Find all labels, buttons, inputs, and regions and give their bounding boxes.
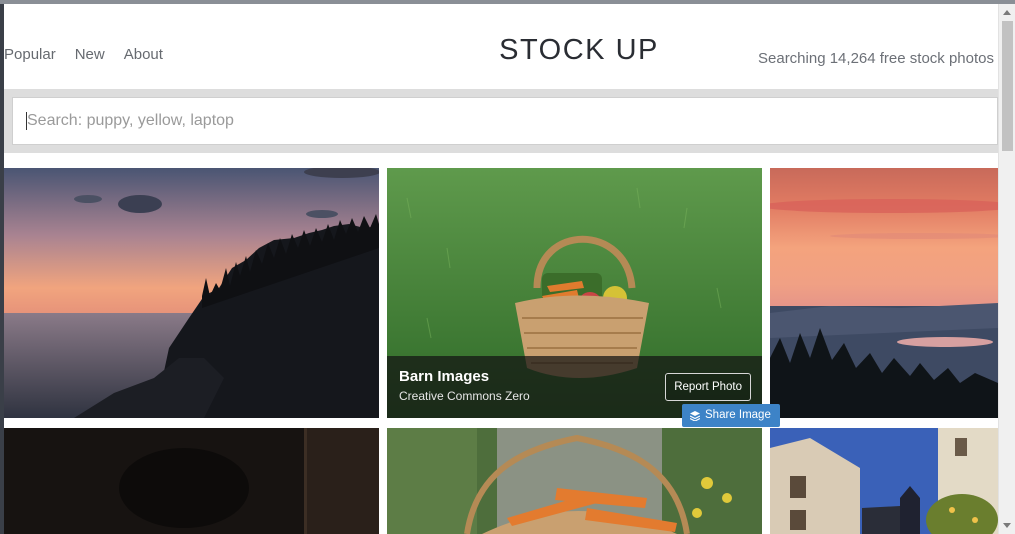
photo-author[interactable]: Barn Images [399, 368, 489, 385]
arrow-up-icon[interactable] [1003, 10, 1011, 15]
photo-tile-mountain-sunset[interactable] [770, 168, 998, 418]
share-image-label: Share Image [705, 409, 771, 421]
coast-sunset-image [4, 168, 379, 418]
search-input[interactable] [13, 98, 997, 144]
photo-tile-town-dusk[interactable] [770, 428, 998, 534]
report-photo-button[interactable]: Report Photo [665, 373, 751, 401]
dark-cat-image [4, 428, 379, 534]
scrollbar-thumb[interactable] [1002, 21, 1013, 151]
carrot-basket-image [387, 428, 762, 534]
photo-count-text: Searching 14,264 free stock photos [758, 50, 994, 67]
mountain-sunset-image [770, 168, 998, 418]
photo-tile-dark-cat[interactable] [4, 428, 379, 534]
photo-license: Creative Commons Zero [399, 389, 530, 403]
browser-viewport: Popular New About STOCK UP Searching 14,… [0, 0, 1015, 534]
arrow-down-icon[interactable] [1003, 523, 1011, 528]
town-dusk-image [770, 428, 998, 534]
window-top-border [0, 0, 1015, 4]
text-cursor [26, 112, 27, 130]
photo-tile-vegetable-basket[interactable]: Barn Images Creative Commons Zero Report… [387, 168, 762, 418]
search-box [12, 97, 998, 145]
photo-tile-coast-sunset[interactable] [4, 168, 379, 418]
share-image-button[interactable]: Share Image [682, 404, 780, 427]
vertical-scrollbar[interactable] [998, 4, 1015, 534]
photo-tile-carrot-basket[interactable] [387, 428, 762, 534]
layers-icon [690, 410, 700, 421]
